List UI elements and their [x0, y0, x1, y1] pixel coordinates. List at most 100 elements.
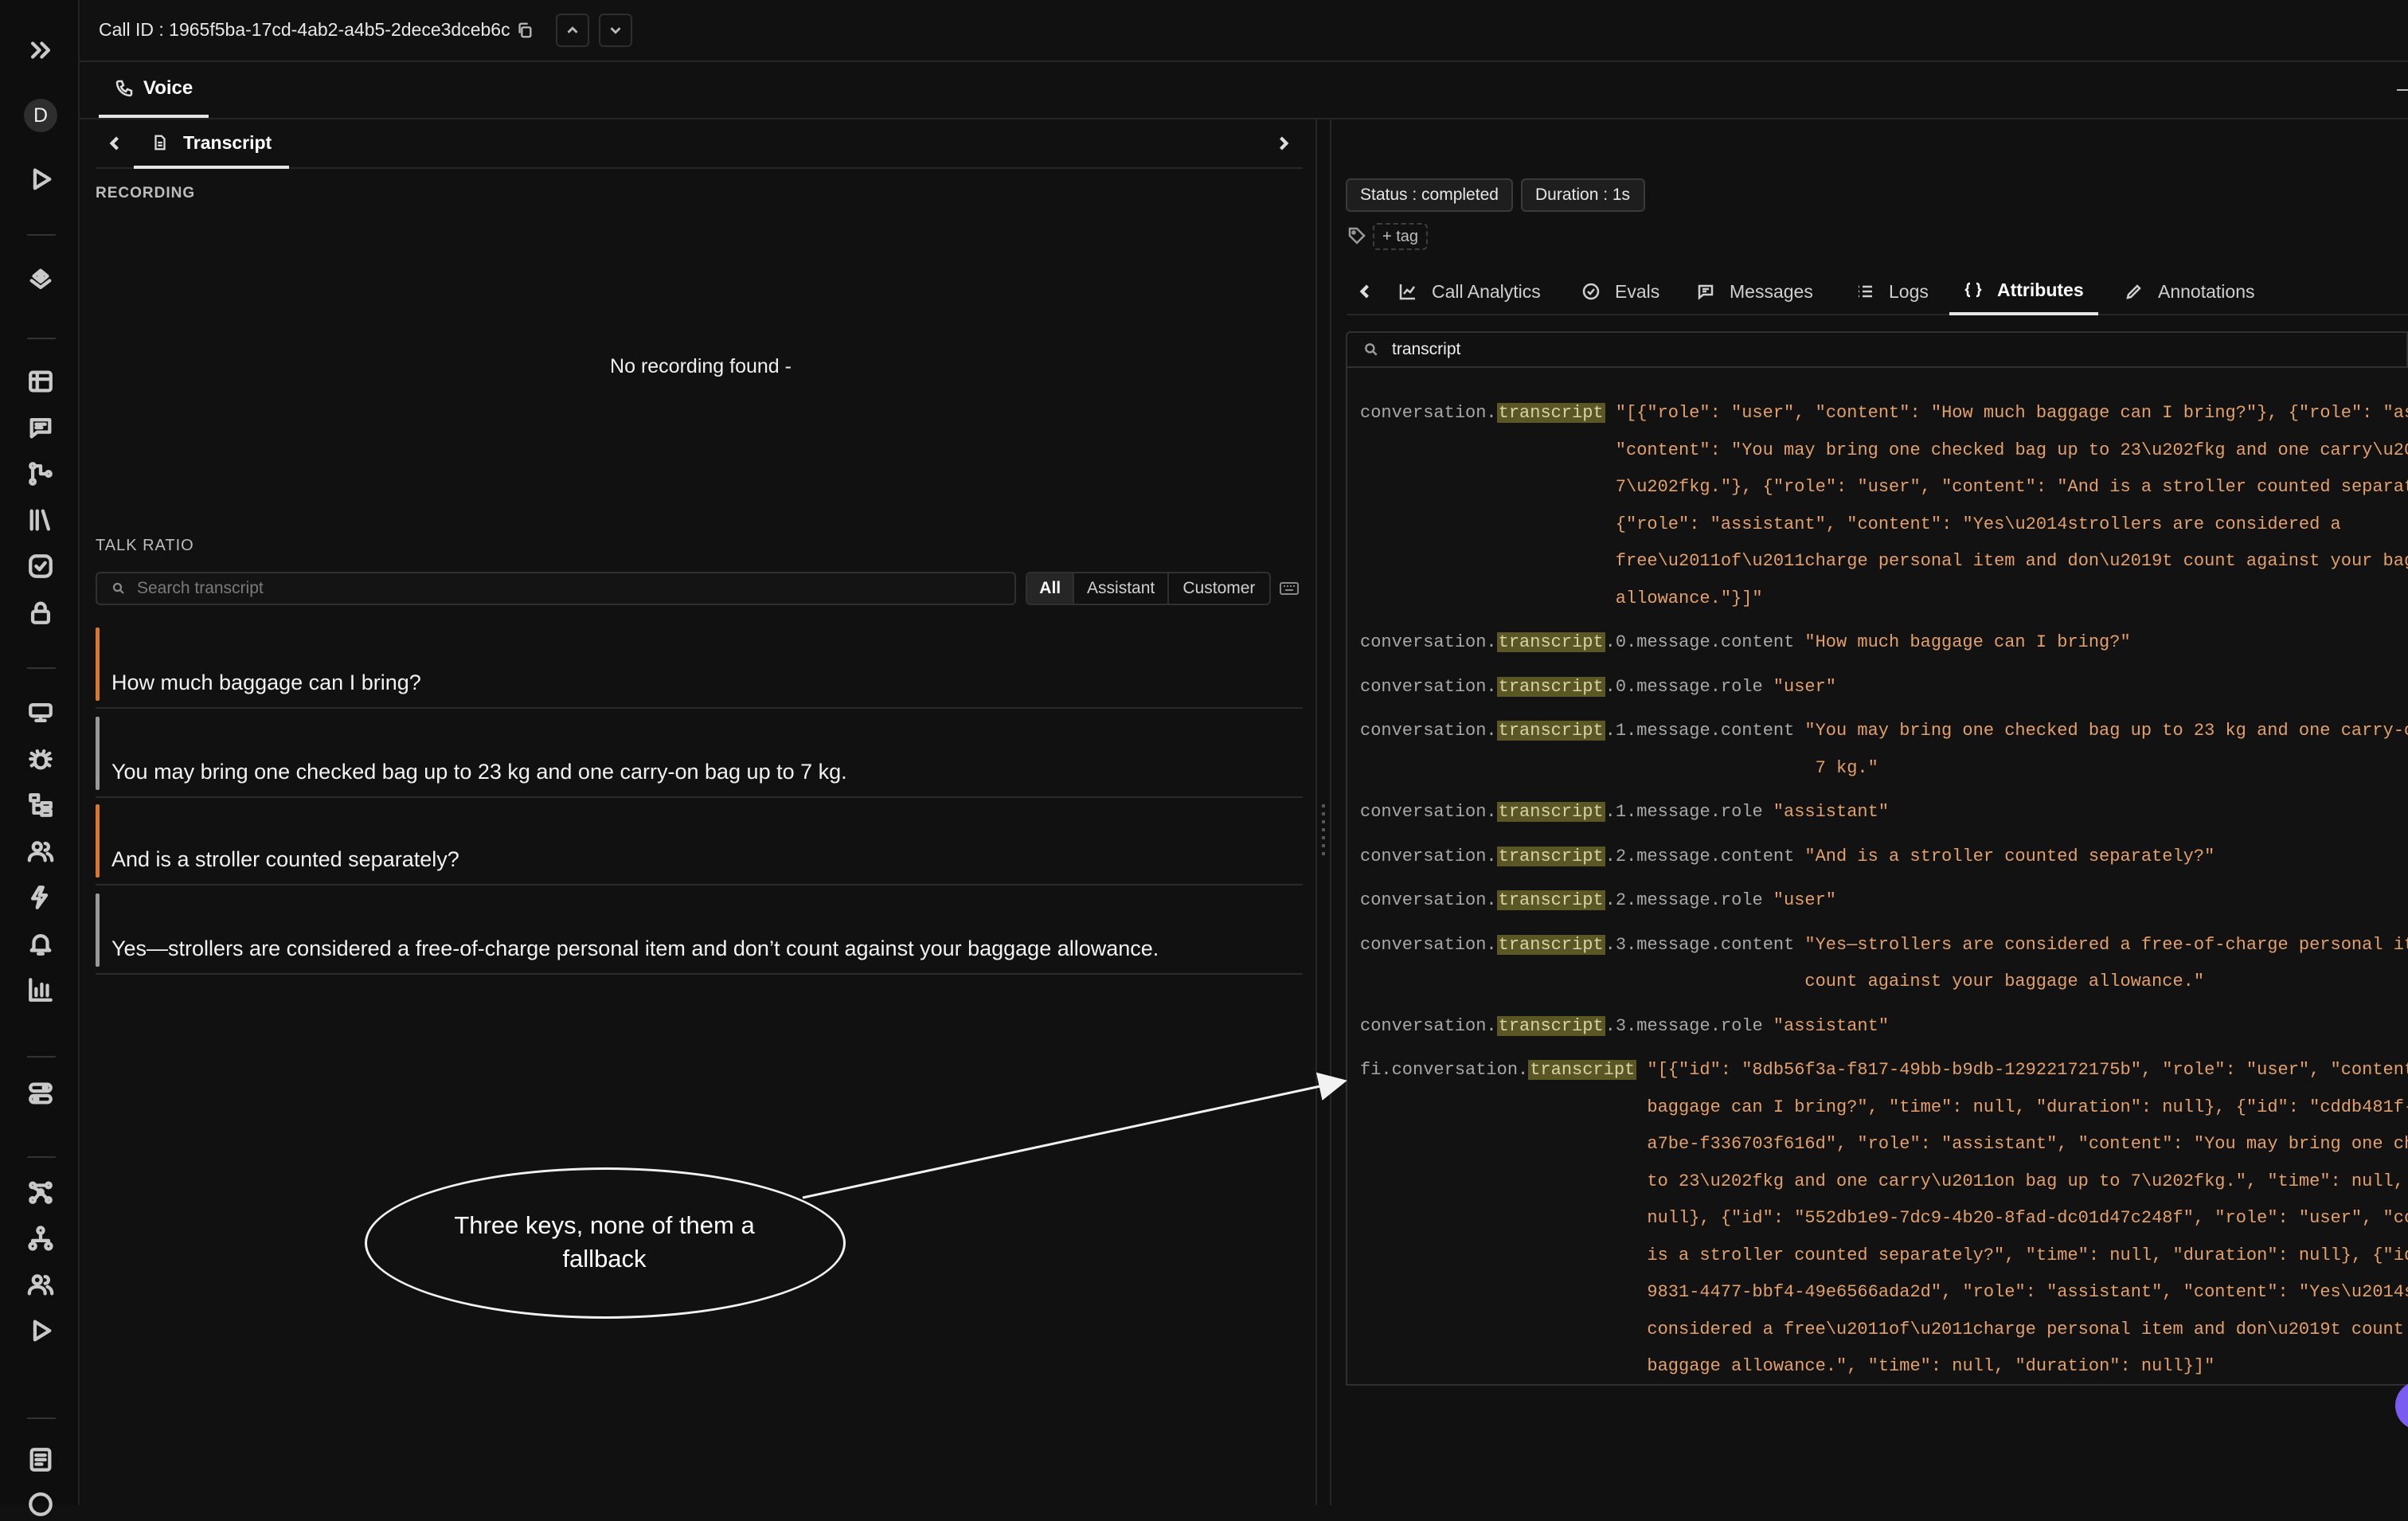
check-circle-icon[interactable]: [24, 549, 57, 583]
filter-all[interactable]: All: [1027, 573, 1075, 604]
tab-evals[interactable]: Evals: [1581, 268, 1659, 315]
avatar-initial: D: [33, 104, 49, 127]
search-highlight: transcript: [1496, 403, 1605, 423]
tab-label: Evals: [1615, 280, 1660, 302]
braces-icon: [1964, 282, 1982, 298]
org-icon[interactable]: [24, 1222, 57, 1255]
attribute-value: "Yes—strollers are considered a free-of-…: [1804, 934, 2408, 955]
search-highlight: transcript: [1528, 1060, 1637, 1080]
speaker-bar-assistant: [96, 717, 100, 790]
attribute-key-prefix: conversation.: [1360, 632, 1497, 652]
attribute-value: baggage allowance.", "time": null, "dura…: [1647, 1356, 2215, 1376]
network-icon[interactable]: [24, 1175, 57, 1209]
tab-logs[interactable]: Logs: [1855, 268, 1929, 315]
table-icon[interactable]: [24, 365, 57, 398]
next-call-button[interactable]: [599, 14, 632, 47]
status-badge: Status : completed: [1346, 178, 1513, 212]
talk-ratio-label: TALK RATIO: [96, 537, 194, 554]
message-icon: [1698, 284, 1714, 300]
message-text: And is a stroller counted separately?: [111, 847, 459, 871]
attribute-key-suffix: .3.message.role: [1605, 1015, 1763, 1036]
rail-divider: [27, 1417, 56, 1419]
search-highlight: transcript: [1496, 632, 1605, 652]
search-highlight: transcript: [1496, 676, 1605, 697]
minimize-icon[interactable]: [2397, 89, 2408, 91]
rail-divider: [27, 1156, 56, 1158]
search-icon: [1365, 343, 1378, 356]
bar-chart-icon[interactable]: [24, 973, 57, 1007]
tab-messages[interactable]: Messages: [1696, 268, 1813, 315]
tab-transcript[interactable]: Transcript: [134, 119, 290, 169]
phone-icon: [115, 80, 133, 97]
rail-divider: [27, 234, 56, 236]
run-icon[interactable]: [24, 1314, 57, 1347]
settings-sliders-icon[interactable]: [24, 1077, 57, 1110]
tab-voice[interactable]: Voice: [99, 62, 209, 118]
transcript-search-input[interactable]: Search transcript: [96, 572, 1016, 605]
tab-label: Logs: [1889, 280, 1929, 302]
observe-icon[interactable]: [24, 263, 57, 296]
rail-divider: [27, 667, 56, 669]
copy-icon[interactable]: [516, 21, 534, 40]
attribute-search-value: transcript: [1392, 340, 1461, 358]
play-icon[interactable]: [24, 162, 57, 196]
search-placeholder: Search transcript: [137, 579, 264, 597]
library-icon[interactable]: [24, 503, 57, 537]
transcript-message: You may bring one checked bag up to 23 k…: [96, 710, 1303, 798]
tab-annotations[interactable]: Annotations: [2125, 268, 2254, 315]
search-highlight: transcript: [1496, 846, 1605, 866]
bell-icon[interactable]: [24, 927, 57, 960]
chevron-up-icon: [567, 26, 578, 33]
bug-icon[interactable]: [24, 742, 57, 776]
attribute-key-prefix: conversation.: [1360, 934, 1497, 955]
expand-sidebar-icon[interactable]: [24, 33, 57, 67]
attribute-key-suffix: .0.message.role: [1605, 676, 1763, 697]
attribute-key-prefix: conversation.: [1360, 890, 1497, 910]
users-icon[interactable]: [24, 835, 57, 868]
attribute-key-prefix: conversation.: [1360, 802, 1497, 822]
filter-assistant[interactable]: Assistant: [1074, 573, 1169, 604]
attribute-key-suffix: .1.message.role: [1605, 802, 1763, 822]
attribute-value: a7be-f336703f616d", "role": "assistant",…: [1647, 1134, 2408, 1154]
tree-icon[interactable]: [24, 788, 57, 822]
speaker-bar-user: [96, 628, 100, 701]
attribute-value: "user": [1773, 890, 1837, 910]
tab-call-analytics[interactable]: Call Analytics: [1398, 268, 1541, 315]
lock-icon[interactable]: [24, 596, 57, 629]
tab-label: Annotations: [2158, 280, 2255, 302]
line-chart-icon: [1399, 284, 1416, 300]
team-icon[interactable]: [24, 1268, 57, 1301]
docs-icon[interactable]: [24, 1443, 57, 1476]
attribute-value: "You may bring one checked bag up to 23 …: [1804, 721, 2408, 741]
previous-call-button[interactable]: [556, 14, 589, 47]
pencil-icon: [2126, 284, 2141, 299]
avatar[interactable]: D: [24, 99, 57, 132]
chevron-right-icon[interactable]: [1272, 132, 1295, 154]
attribute-value: baggage can I bring?", "time": null, "du…: [1647, 1097, 2408, 1117]
attribute-key-suffix: .2.message.content: [1605, 846, 1795, 866]
rail-divider: [27, 1056, 56, 1058]
attribute-value: is a stroller counted separately?", "tim…: [1647, 1245, 2408, 1265]
attribute-key: conversation.transcript.1.message.conten…: [1360, 713, 1794, 750]
attribute-key-suffix: .3.message.content: [1605, 934, 1795, 955]
attribute-value: allowance."}]": [1615, 588, 1763, 608]
filter-customer[interactable]: Customer: [1169, 573, 1269, 604]
chevron-left-icon[interactable]: [104, 132, 126, 154]
add-tag-button[interactable]: + tag: [1373, 223, 1429, 250]
keyboard-icon[interactable]: [1279, 580, 1300, 597]
chat-icon[interactable]: [24, 411, 57, 444]
tabs-scroll-left-icon[interactable]: [1354, 280, 1376, 303]
attribute-search-input[interactable]: transcript: [1346, 331, 2408, 366]
sparkle-icon[interactable]: [24, 881, 57, 914]
workflow-icon[interactable]: [24, 457, 57, 491]
search-highlight: transcript: [1496, 934, 1605, 955]
attribute-key-suffix: .1.message.content: [1605, 721, 1795, 741]
help-icon[interactable]: [24, 1488, 57, 1521]
transcript-message: And is a stroller counted separately?: [96, 798, 1303, 886]
attribute-value: "[{"id": "8db56f3a-f817-49bb-b9db-129221…: [1647, 1060, 2408, 1080]
tab-attributes[interactable]: Attributes: [1949, 268, 2098, 315]
tab-label: Call Analytics: [1432, 280, 1541, 302]
resize-grip-icon[interactable]: [1322, 804, 1325, 860]
icon-rail: D: [0, 0, 80, 1516]
voice-agent-icon[interactable]: [24, 696, 57, 729]
